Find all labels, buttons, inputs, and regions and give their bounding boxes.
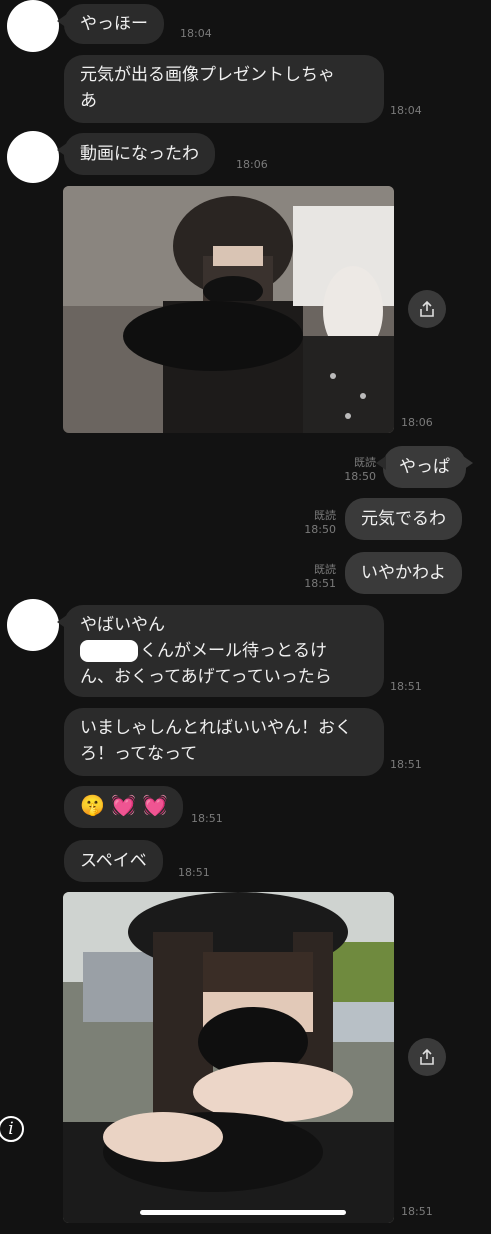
message-bubble[interactable]: いやかわよ bbox=[345, 552, 462, 594]
avatar[interactable] bbox=[7, 131, 59, 183]
message-time: 18:51 bbox=[401, 1205, 433, 1218]
message-time: 18:50 bbox=[344, 470, 376, 483]
read-label: 既読 bbox=[314, 509, 336, 522]
message-bubble[interactable]: 動画になったわ bbox=[57, 133, 215, 175]
info-icon[interactable]: i bbox=[0, 1116, 24, 1142]
photo-content bbox=[63, 186, 394, 433]
message-line: ん、おくってあげてっていったら bbox=[80, 667, 332, 687]
share-icon bbox=[420, 1048, 434, 1065]
share-button[interactable] bbox=[408, 290, 446, 328]
photo-message[interactable] bbox=[63, 892, 394, 1223]
emoji-message[interactable]: 🤫 💓 💓 bbox=[64, 786, 184, 828]
read-receipt: 既読 18:51 bbox=[298, 563, 336, 591]
message-time: 18:50 bbox=[304, 523, 336, 536]
message-time: 18:51 bbox=[390, 758, 422, 771]
message-time: 18:51 bbox=[191, 812, 223, 825]
message-bubble[interactable]: やっぱ bbox=[376, 446, 473, 488]
message-bubble[interactable]: スペイベ bbox=[64, 840, 163, 882]
message-time: 18:06 bbox=[401, 416, 433, 429]
message-line: やばいやん bbox=[80, 615, 165, 635]
photo-message[interactable] bbox=[63, 186, 394, 433]
share-button[interactable] bbox=[408, 1038, 446, 1076]
photo-content bbox=[63, 892, 394, 1223]
message-bubble[interactable]: 元気が出る画像プレゼントしちゃ あ bbox=[64, 55, 384, 123]
message-time: 18:51 bbox=[304, 577, 336, 590]
message-time: 18:04 bbox=[390, 104, 422, 117]
message-bubble[interactable]: いましゃしんとればいいやん！おく ろ！ってなって bbox=[64, 708, 384, 776]
read-receipt: 既読 18:50 bbox=[298, 509, 336, 537]
read-receipt: 既読 18:50 bbox=[338, 456, 376, 484]
message-time: 18:06 bbox=[236, 158, 268, 171]
redacted-name bbox=[80, 640, 138, 662]
message-time: 18:51 bbox=[390, 680, 422, 693]
read-label: 既読 bbox=[314, 563, 336, 576]
message-time: 18:51 bbox=[178, 866, 210, 879]
message-time: 18:04 bbox=[180, 27, 212, 40]
avatar[interactable] bbox=[7, 599, 59, 651]
avatar[interactable] bbox=[7, 0, 59, 52]
home-indicator[interactable] bbox=[140, 1210, 346, 1215]
message-bubble[interactable]: 元気でるわ bbox=[345, 498, 462, 540]
read-label: 既読 bbox=[354, 456, 376, 469]
share-icon bbox=[420, 300, 434, 317]
message-bubble[interactable]: やっほー bbox=[57, 4, 164, 44]
